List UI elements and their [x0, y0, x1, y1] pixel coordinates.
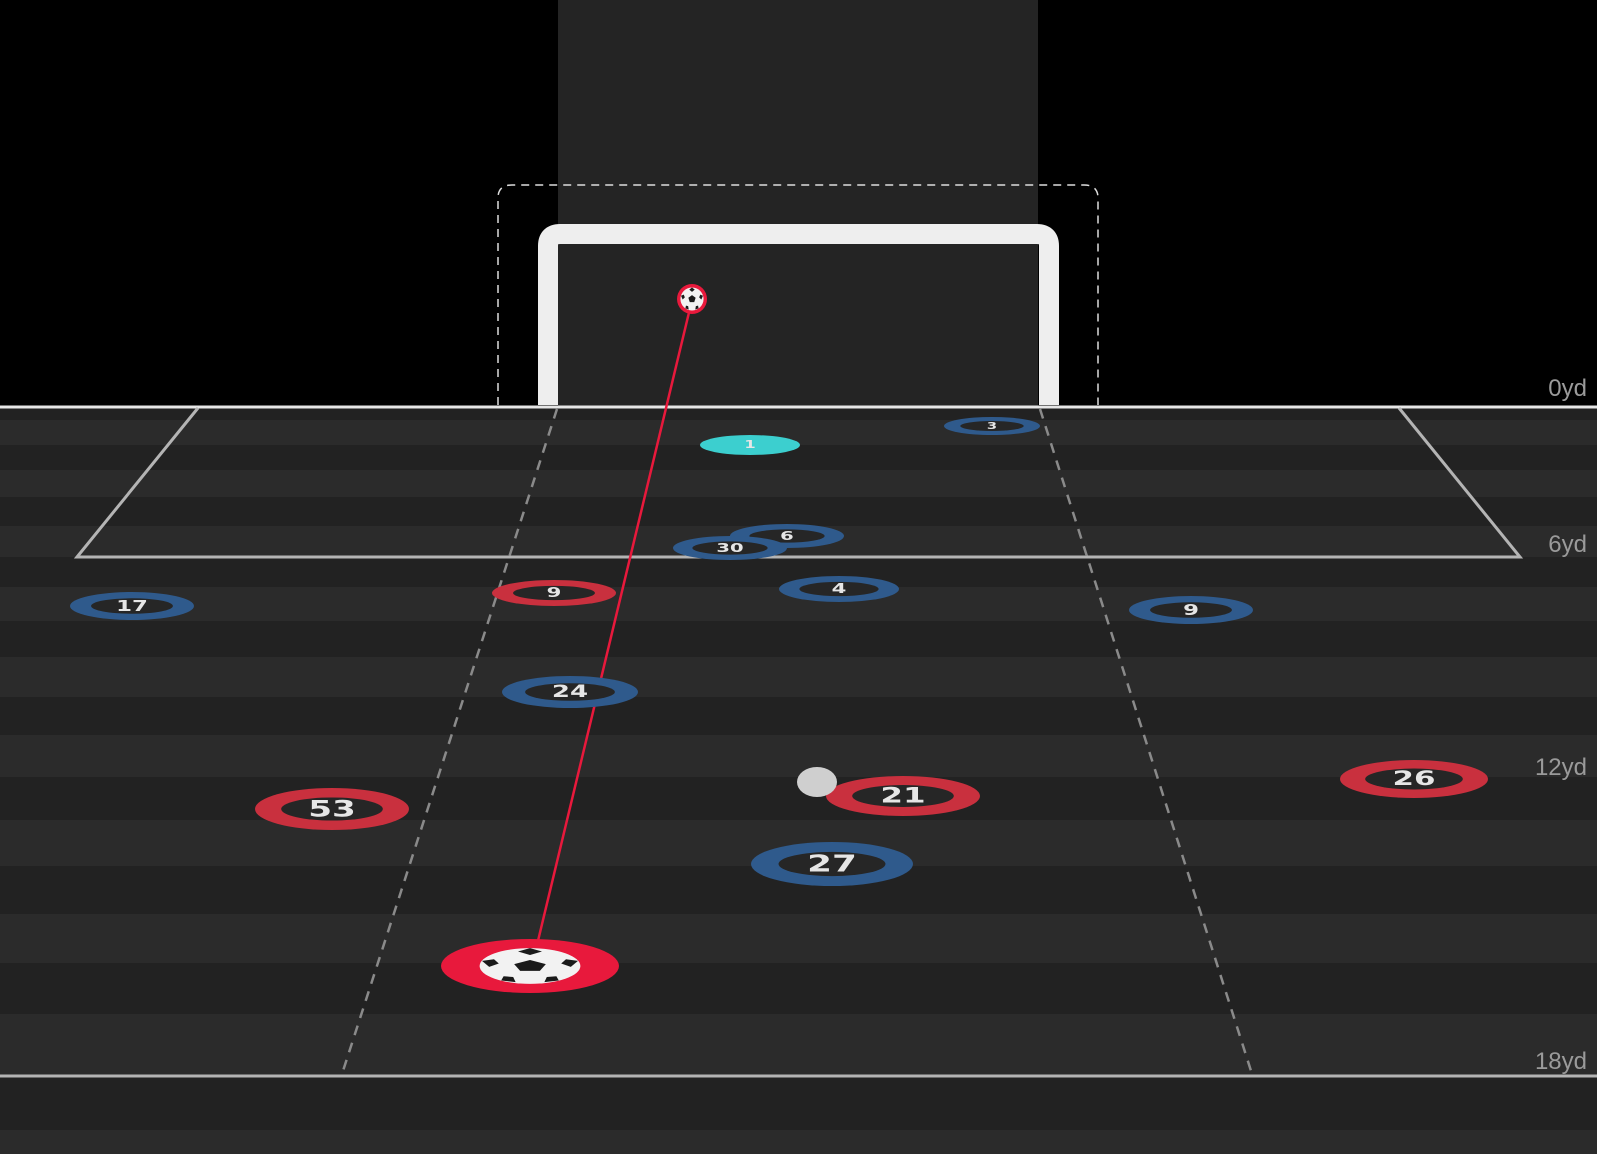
player-number: 24 — [552, 682, 588, 701]
player-number: 21 — [880, 784, 925, 808]
player-marker-defending[interactable]: 4 — [779, 576, 899, 602]
player-marker-attacking[interactable]: 9 — [492, 580, 616, 606]
distance-label-6yd: 6yd — [1548, 531, 1587, 558]
pitch-stripe — [0, 497, 1597, 526]
player-marker-defending[interactable]: 3 — [944, 417, 1040, 435]
pitch-stripe — [0, 420, 1597, 445]
player-number: 4 — [832, 581, 847, 597]
pitch-stripe — [0, 470, 1597, 497]
shot-origin-marker[interactable] — [441, 939, 619, 993]
player-marker-defending[interactable]: 24 — [502, 676, 638, 708]
soccer-ball-icon — [479, 948, 581, 984]
player-number: 53 — [308, 796, 356, 822]
player-number: 27 — [807, 851, 857, 878]
pitch-stripe — [0, 914, 1597, 963]
pitch-stripe — [0, 1076, 1597, 1130]
player-marker-attacking[interactable]: 53 — [255, 788, 409, 830]
player-marker-defending[interactable]: 9 — [1129, 596, 1253, 624]
pitch-stripe — [0, 407, 1597, 420]
distance-label-0yd: 0yd — [1548, 375, 1587, 402]
pitch-stripe — [0, 963, 1597, 1014]
player-number: 30 — [716, 541, 743, 556]
player-marker-defending[interactable]: 30 — [673, 536, 787, 560]
pitch-stripe — [0, 697, 1597, 735]
player-marker-defending[interactable]: 27 — [751, 842, 913, 886]
distance-label-12yd: 12yd — [1535, 754, 1587, 781]
player-number: 9 — [1183, 601, 1199, 619]
distance-label-18yd: 18yd — [1535, 1048, 1587, 1075]
shot-endpoint-marker[interactable] — [677, 284, 707, 314]
pitch-stripe — [0, 1130, 1597, 1154]
player-number: 1 — [744, 439, 755, 451]
player-number: 26 — [1392, 767, 1435, 790]
goal-backdrop — [558, 0, 1038, 407]
player-number: 9 — [547, 585, 562, 601]
soccer-ball-icon — [680, 287, 704, 311]
player-marker-attacking[interactable]: 26 — [1340, 760, 1488, 798]
player-number: 6 — [780, 529, 794, 544]
player-marker-goalkeeper[interactable]: 1 — [700, 435, 800, 455]
ball-position-marker — [797, 767, 837, 797]
pitch-stripe — [0, 621, 1597, 657]
shot-map-view: 0yd 6yd 12yd 18yd 1 3 6 30 4 9 17 9 24 21 26 53 27 — [0, 0, 1597, 1154]
player-marker-attacking[interactable]: 21 — [826, 776, 980, 816]
player-number: 17 — [116, 597, 148, 615]
player-number: 3 — [987, 421, 997, 432]
pitch-stripe — [0, 1014, 1597, 1076]
pitch-stripe — [0, 445, 1597, 470]
player-marker-defending[interactable]: 17 — [70, 592, 194, 620]
pitch-stripe — [0, 657, 1597, 697]
